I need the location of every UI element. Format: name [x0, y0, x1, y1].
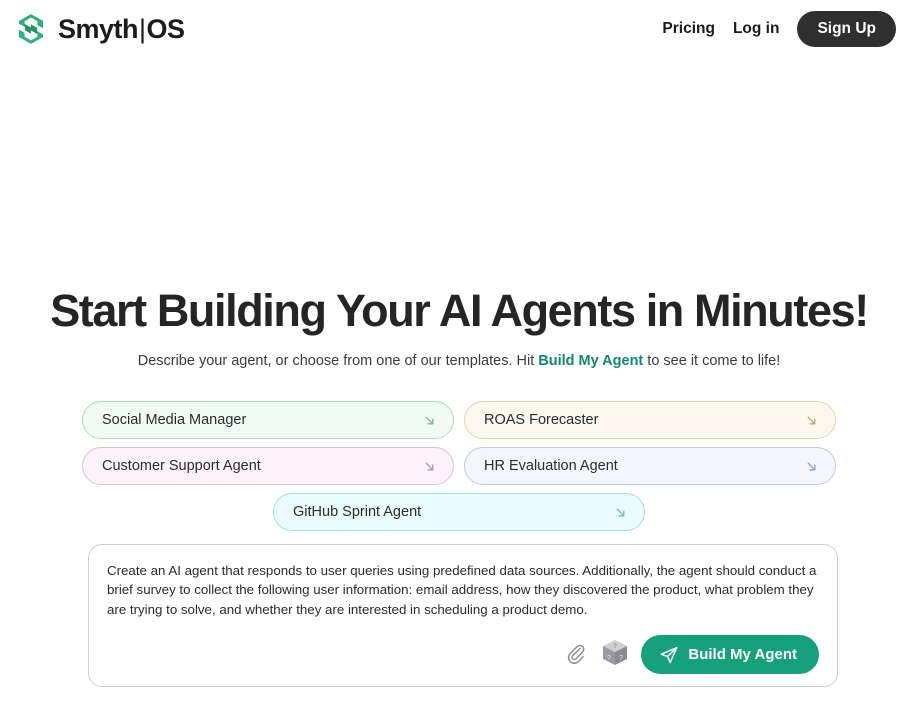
subtitle-accent-text: Build My Agent: [538, 353, 644, 370]
composer-action-bar: ? ? ? Build My Agent: [107, 635, 819, 674]
template-chip-label: GitHub Sprint Agent: [293, 504, 422, 520]
template-chip-list: Social Media Manager ROAS Forecaster Cus…: [0, 401, 918, 531]
sign-up-button[interactable]: Sign Up: [797, 11, 896, 47]
hero-section: Start Building Your AI Agents in Minutes…: [0, 285, 918, 369]
arrow-down-right-icon: [804, 459, 819, 474]
template-chip-customer-support-agent[interactable]: Customer Support Agent: [82, 447, 454, 485]
template-chip-github-sprint-agent[interactable]: GitHub Sprint Agent: [273, 493, 645, 531]
build-my-agent-button[interactable]: Build My Agent: [641, 635, 819, 674]
subtitle-text-after: to see it come to life!: [643, 353, 781, 370]
paper-plane-icon: [659, 645, 679, 665]
paperclip-icon: [567, 643, 586, 667]
template-chip-label: HR Evaluation Agent: [484, 458, 618, 474]
arrow-down-right-icon: [422, 413, 437, 428]
brand-separator: |: [139, 13, 146, 44]
brand-name-secondary: OS: [146, 13, 186, 44]
template-chip-label: ROAS Forecaster: [484, 412, 599, 428]
surprise-me-button[interactable]: ? ? ?: [602, 640, 628, 670]
subtitle-text-before: Describe your agent, or choose from one …: [137, 353, 539, 370]
svg-text:?: ?: [619, 655, 623, 662]
nav-link-pricing[interactable]: Pricing: [662, 20, 715, 38]
brand-logo[interactable]: Smyth|OS: [14, 12, 185, 46]
template-chip-roas-forecaster[interactable]: ROAS Forecaster: [464, 401, 836, 439]
build-my-agent-label: Build My Agent: [688, 646, 797, 663]
page-title: Start Building Your AI Agents in Minutes…: [50, 285, 869, 336]
smythos-logo-icon: [14, 12, 48, 46]
arrow-down-right-icon: [422, 459, 437, 474]
arrow-down-right-icon: [804, 413, 819, 428]
agent-prompt-composer: ? ? ? Build My Agent: [88, 544, 838, 687]
template-chip-label: Customer Support Agent: [102, 458, 261, 474]
attach-file-button[interactable]: [563, 640, 589, 670]
template-chip-hr-evaluation-agent[interactable]: HR Evaluation Agent: [464, 447, 836, 485]
arrow-down-right-icon: [613, 505, 628, 520]
mystery-box-icon: ? ? ?: [601, 638, 629, 671]
template-chip-label: Social Media Manager: [102, 412, 247, 428]
brand-name-primary: Smyth: [58, 13, 139, 44]
svg-text:?: ?: [607, 655, 611, 662]
main-nav: Pricing Log in Sign Up: [662, 11, 896, 47]
template-chip-social-media-manager[interactable]: Social Media Manager: [82, 401, 454, 439]
site-header: Smyth|OS Pricing Log in Sign Up: [0, 0, 918, 58]
nav-link-login[interactable]: Log in: [733, 20, 780, 38]
brand-wordmark: Smyth|OS: [58, 13, 186, 44]
hero-subtitle: Describe your agent, or choose from one …: [0, 353, 918, 369]
agent-prompt-input[interactable]: [107, 561, 819, 623]
